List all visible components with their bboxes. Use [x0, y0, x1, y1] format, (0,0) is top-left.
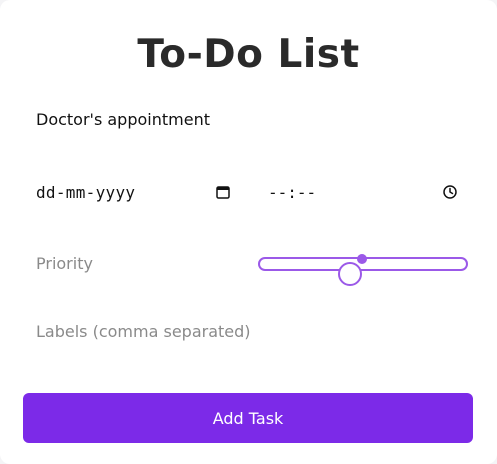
- date-input[interactable]: dd-mm-yyyy: [36, 181, 231, 203]
- task-name-input[interactable]: Doctor's appointment: [36, 110, 456, 129]
- priority-slider-dot: [357, 254, 367, 264]
- labels-input[interactable]: Labels (comma separated): [36, 322, 456, 341]
- time-value: --:--: [268, 182, 317, 202]
- priority-label: Priority: [36, 254, 93, 273]
- page-title: To-Do List: [137, 32, 360, 77]
- time-input[interactable]: --:--: [268, 181, 458, 203]
- date-value: dd-mm-yyyy: [36, 182, 136, 202]
- priority-slider-thumb[interactable]: [338, 262, 362, 286]
- clock-icon[interactable]: [442, 184, 458, 200]
- priority-slider[interactable]: [258, 252, 468, 286]
- todo-card: To-Do List Doctor's appointment dd-mm-yy…: [0, 0, 497, 464]
- calendar-icon[interactable]: [215, 184, 231, 200]
- add-task-button[interactable]: Add Task: [23, 393, 473, 443]
